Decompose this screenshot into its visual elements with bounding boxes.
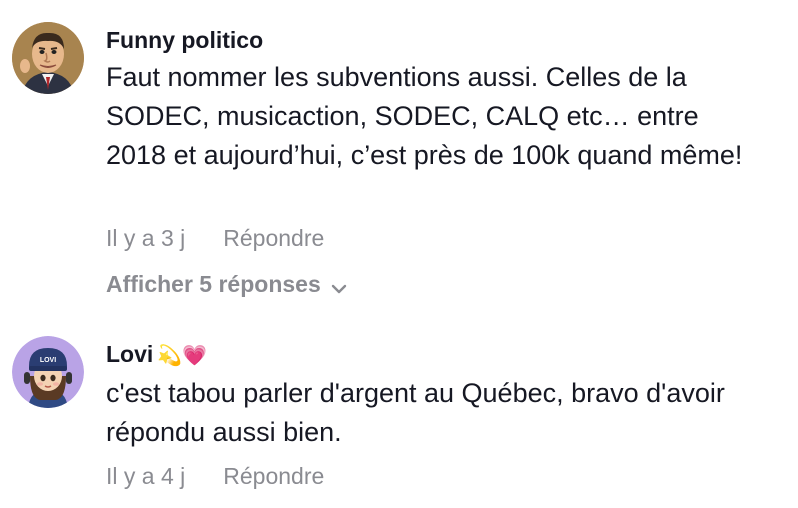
comment-author[interactable]: Lovi 💫💗: [106, 340, 207, 370]
author-emoji: 💫💗: [157, 345, 208, 367]
chevron-down-icon: [331, 272, 347, 300]
reply-button[interactable]: Répondre: [223, 463, 324, 489]
comment-timestamp: Il y a 4 j: [106, 463, 186, 489]
svg-text:LOVI: LOVI: [40, 357, 56, 364]
view-replies-label: Afficher 5 réponses: [106, 271, 321, 297]
comment-text: Faut nommer les subventions aussi. Celle…: [106, 62, 743, 170]
comment-item: LOVI Lovi 💫💗 c'est tabou parler d'argent …: [0, 310, 798, 508]
girl-with-headphones-avatar-icon: LOVI: [12, 336, 84, 408]
politician-caricature-avatar-icon: [12, 22, 84, 94]
comment-timestamp: Il y a 3 j: [106, 225, 186, 251]
comment-meta: Il y a 4 j Répondre: [106, 462, 324, 490]
comment-author[interactable]: Funny politico: [106, 26, 263, 54]
view-replies-button[interactable]: Afficher 5 réponses: [106, 270, 347, 300]
author-name: Lovi: [106, 341, 154, 367]
avatar[interactable]: LOVI: [12, 336, 84, 408]
comment-item: Funny politico Faut nommer les subventio…: [0, 0, 798, 310]
comment-meta: Il y a 3 j Répondre: [106, 224, 324, 252]
reply-button[interactable]: Répondre: [223, 225, 324, 251]
comment-text: c'est tabou parler d'argent au Québec, b…: [106, 378, 725, 447]
avatar[interactable]: [12, 22, 84, 94]
